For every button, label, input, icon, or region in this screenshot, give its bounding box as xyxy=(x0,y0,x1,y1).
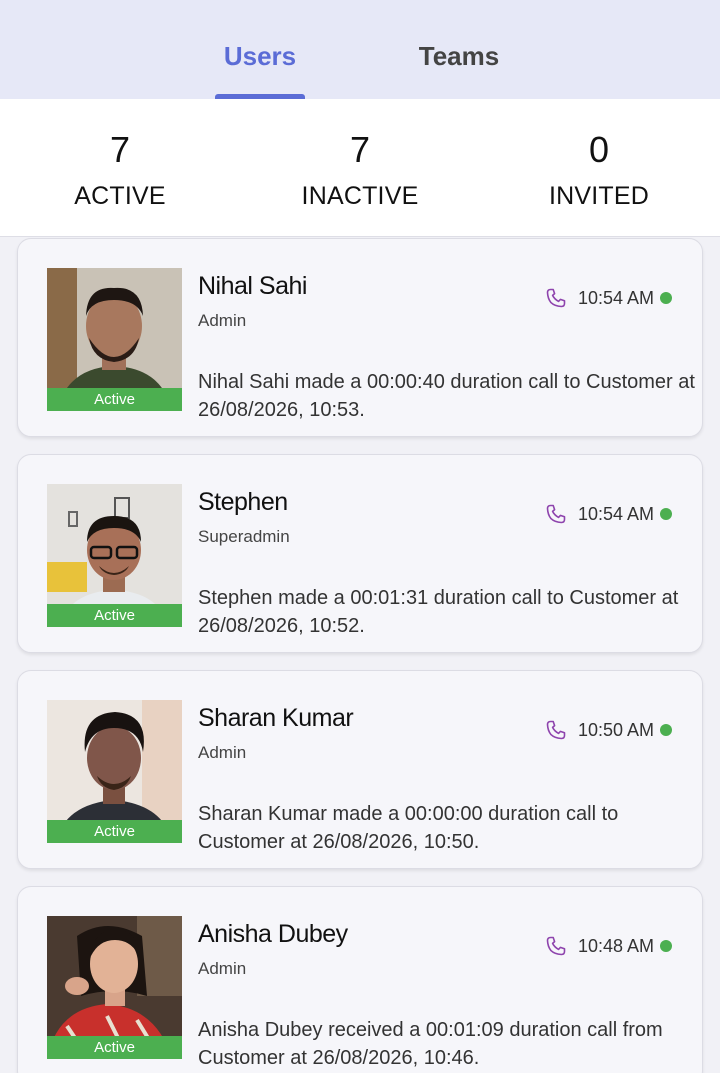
user-role: Admin xyxy=(198,743,247,762)
stat-inactive-label: INACTIVE xyxy=(301,182,419,210)
phone-icon[interactable] xyxy=(544,286,568,310)
user-name: Nihal Sahi xyxy=(198,272,307,300)
user-card[interactable]: Active Stephen Superadmin 10:54 AM Steph… xyxy=(17,454,703,653)
stat-invited[interactable]: 0 INVITED xyxy=(479,129,719,211)
avatar: Active xyxy=(47,484,182,627)
activity-message: Nihal Sahi made a 00:00:40 duration call… xyxy=(198,371,695,421)
user-role: Admin xyxy=(198,311,247,330)
user-role: Superadmin xyxy=(198,527,290,546)
avatar: Active xyxy=(47,268,182,411)
phone-icon[interactable] xyxy=(544,718,568,742)
last-call: 10:54 AM xyxy=(544,285,672,311)
call-time: 10:54 AM xyxy=(577,287,654,308)
call-time: 10:54 AM xyxy=(577,503,654,524)
avatar: Active xyxy=(47,916,182,1059)
call-time: 10:48 AM xyxy=(577,935,654,956)
tab-teams[interactable]: Teams xyxy=(399,40,519,76)
online-status-dot xyxy=(660,724,672,736)
user-card[interactable]: Active Sharan Kumar Admin 10:50 AM Shara… xyxy=(17,670,703,869)
tab-bar: Users Teams xyxy=(0,0,720,99)
user-role: Admin xyxy=(198,959,247,978)
status-badge: Active xyxy=(47,604,182,627)
tab-users[interactable]: Users xyxy=(200,40,320,76)
phone-icon[interactable] xyxy=(544,934,568,958)
status-badge: Active xyxy=(47,820,182,843)
online-status-dot xyxy=(660,940,672,952)
stat-inactive[interactable]: 7 INACTIVE xyxy=(240,129,480,211)
user-name: Anisha Dubey xyxy=(198,920,348,948)
user-name: Sharan Kumar xyxy=(198,704,354,732)
online-status-dot xyxy=(660,508,672,520)
activity-message: Anisha Dubey received a 00:01:09 duratio… xyxy=(198,1019,663,1069)
online-status-dot xyxy=(660,292,672,304)
stat-inactive-count: 7 xyxy=(349,129,371,170)
last-call: 10:54 AM xyxy=(544,501,672,527)
user-stats: 7 ACTIVE 7 INACTIVE 0 INVITED xyxy=(0,99,720,237)
avatar: Active xyxy=(47,700,182,843)
user-name: Stephen xyxy=(198,488,288,516)
status-badge: Active xyxy=(47,1036,182,1059)
activity-message: Stephen made a 00:01:31 duration call to… xyxy=(198,587,679,637)
status-badge: Active xyxy=(47,388,182,411)
stat-active-count: 7 xyxy=(109,129,131,170)
phone-icon[interactable] xyxy=(544,502,568,526)
stat-invited-count: 0 xyxy=(588,129,610,170)
call-time: 10:50 AM xyxy=(577,719,654,740)
activity-message: Sharan Kumar made a 00:00:00 duration ca… xyxy=(198,803,619,853)
stat-invited-label: INVITED xyxy=(548,182,650,210)
stat-active-label: ACTIVE xyxy=(74,182,166,210)
last-call: 10:48 AM xyxy=(544,933,672,959)
stat-active[interactable]: 7 ACTIVE xyxy=(0,129,240,211)
last-call: 10:50 AM xyxy=(544,717,672,743)
user-card[interactable]: Active Anisha Dubey Admin 10:48 AM Anish… xyxy=(17,886,703,1073)
user-card[interactable]: Active Nihal Sahi Admin 10:54 AM Nihal S… xyxy=(17,238,703,437)
